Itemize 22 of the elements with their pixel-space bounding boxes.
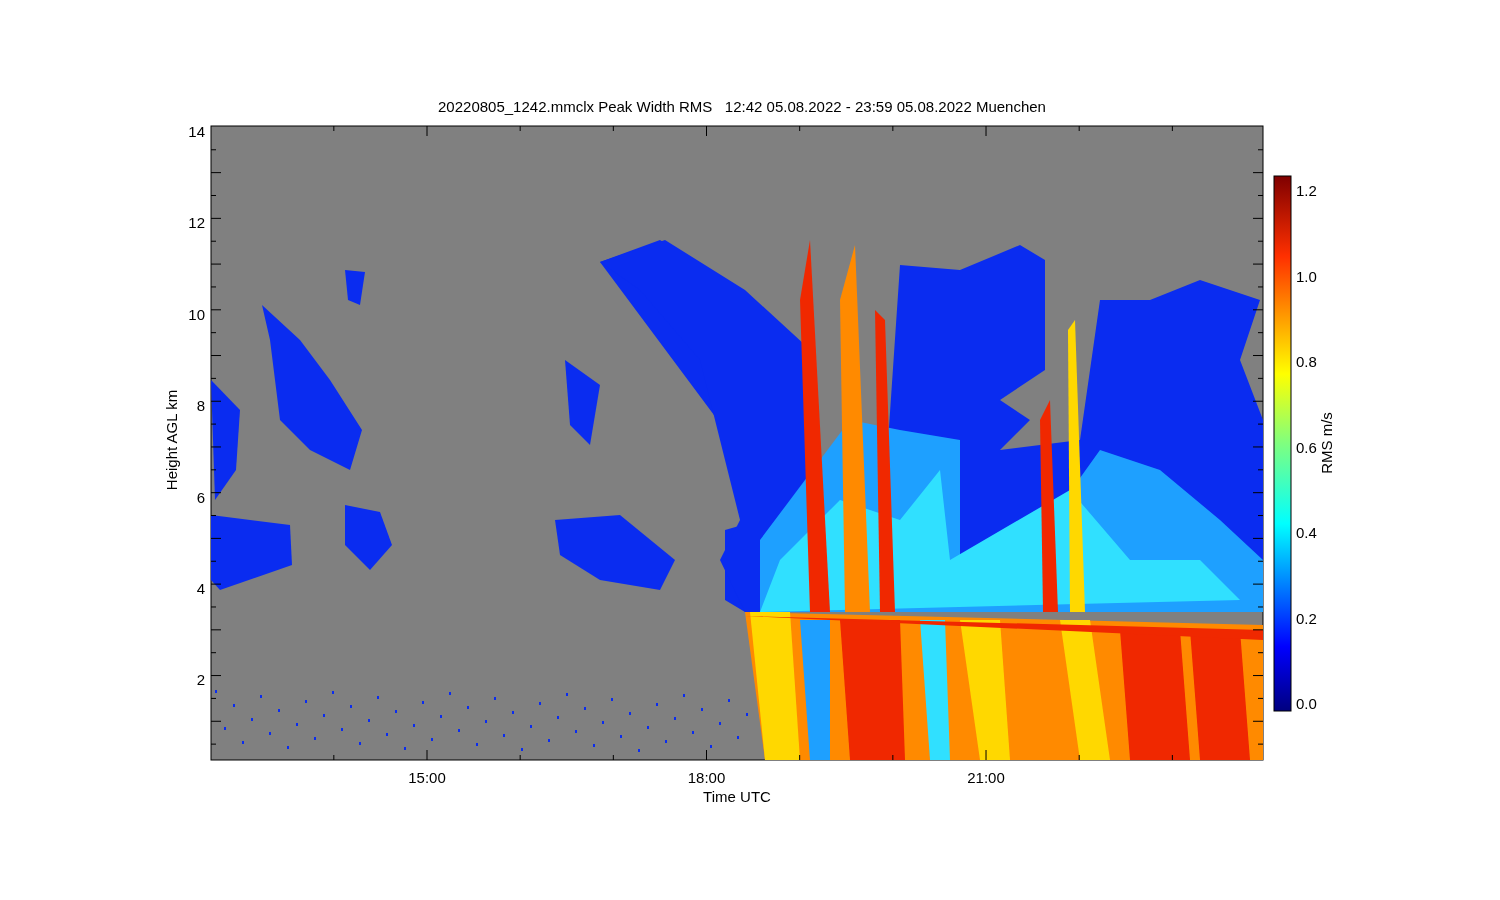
- y-tick-label: 10: [188, 305, 205, 323]
- colorbar-tick-label: 0.2: [1296, 609, 1317, 627]
- colorbar-title: RMS m/s: [1318, 412, 1335, 474]
- y-tick-label: 2: [196, 671, 205, 689]
- y-tick-label: 12: [188, 214, 205, 232]
- y-axis-title: Height AGL km: [163, 389, 180, 491]
- chart-title: 20220805_1242.mmclx Peak Width RMS 12:42 05.08.2022 - 23:59 05.08.2022 Muenchen: [438, 98, 1046, 115]
- x-axis-title: Time UTC: [703, 788, 771, 805]
- echo-region: [345, 505, 392, 570]
- colorbar-tick-label: 0.4: [1296, 524, 1317, 541]
- colorbar-tick-label: 1.2: [1296, 182, 1317, 199]
- colorbar-tick-label: 0.0: [1296, 695, 1317, 712]
- colorbar-tick-label: 1.0: [1296, 267, 1317, 285]
- y-tick-label: 4: [196, 580, 205, 597]
- x-tick-label: 18:00: [687, 769, 726, 786]
- x-tick-label: 21:00: [967, 769, 1005, 786]
- x-tick-label: 15:00: [408, 769, 446, 786]
- y-tick-label: 14: [188, 123, 205, 140]
- y-tick-label: 6: [196, 488, 205, 506]
- colorbar-tick-label: 0.8: [1296, 353, 1317, 370]
- colorbar-tick-label: 0.6: [1296, 438, 1317, 456]
- y-tick-label: 8: [196, 397, 205, 415]
